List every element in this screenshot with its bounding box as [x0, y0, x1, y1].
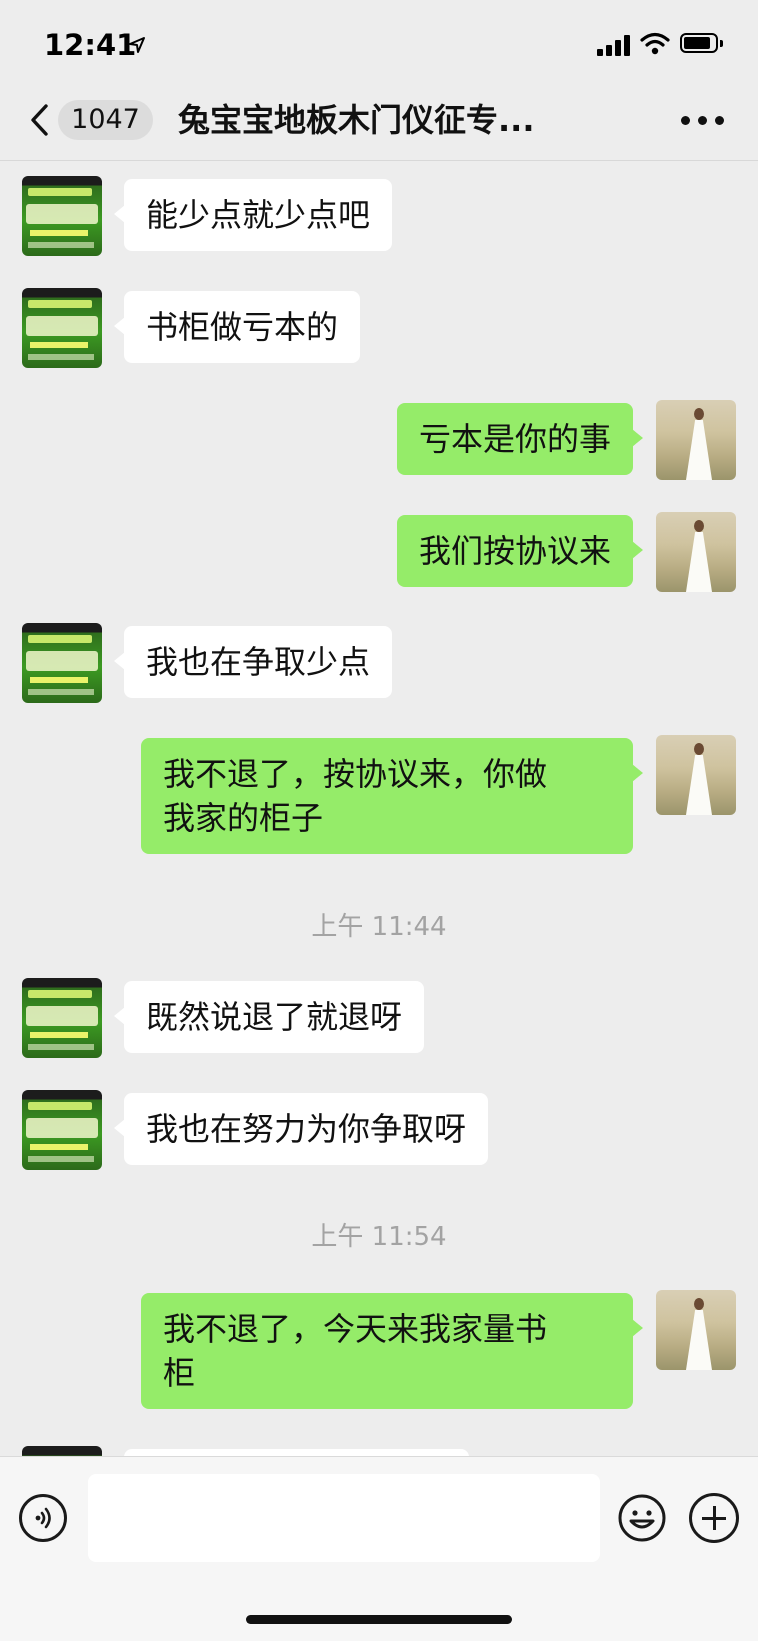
message-bubble[interactable]: 我不退了，今天来我家量书 柜 [141, 1293, 643, 1409]
message-bubble-partial[interactable] [124, 1449, 469, 1456]
shop-avatar[interactable] [22, 1090, 102, 1170]
message-bubble[interactable]: 书柜做亏本的 [113, 291, 361, 363]
plus-icon[interactable] [689, 1493, 739, 1543]
message-list[interactable]: 能少点就少点吧 书柜做亏本的 亏本是你的事 我们按协议来 我也在争取少点 我不退… [0, 161, 758, 1456]
status-time: 12:41 [44, 28, 137, 62]
status-bar: 12:41 [0, 0, 758, 80]
message-bubble[interactable]: 能少点就少点吧 [113, 179, 393, 251]
chat-header: 1047 兔宝宝地板木门仪征专... [0, 80, 758, 161]
message-timestamp: 上午 11:44 [311, 912, 447, 942]
emoji-icon[interactable] [617, 1493, 667, 1543]
user-avatar[interactable] [656, 1290, 736, 1370]
shop-avatar[interactable] [22, 1446, 102, 1456]
home-indicator[interactable] [246, 1615, 512, 1624]
message-bubble[interactable]: 我们按协议来 [396, 515, 644, 587]
location-arrow-icon [129, 37, 145, 53]
message-timestamp: 上午 11:54 [311, 1222, 447, 1252]
user-avatar[interactable] [656, 400, 736, 480]
message-bubble[interactable]: 亏本是你的事 [396, 403, 644, 475]
message-input[interactable] [88, 1474, 600, 1562]
input-bar [0, 1456, 758, 1641]
message-bubble[interactable]: 我也在努力为你争取呀 [113, 1093, 489, 1165]
message-bubble[interactable]: 我不退了，按协议来，你做 我家的柜子 [141, 738, 643, 854]
more-dots-icon[interactable] [681, 116, 725, 126]
wifi-icon [640, 32, 670, 55]
message-bubble[interactable]: 既然说退了就退呀 [113, 981, 425, 1053]
chevron-left-icon[interactable] [26, 102, 56, 138]
message-bubble[interactable]: 我也在争取少点 [113, 626, 393, 698]
voice-icon[interactable] [19, 1494, 67, 1542]
shop-avatar[interactable] [22, 288, 102, 368]
user-avatar[interactable] [656, 735, 736, 815]
shop-avatar[interactable] [22, 176, 102, 256]
chat-title: 兔宝宝地板木门仪征专... [178, 101, 535, 139]
unread-count-badge[interactable]: 1047 [58, 100, 153, 140]
user-avatar[interactable] [656, 512, 736, 592]
battery-icon [680, 33, 724, 55]
shop-avatar[interactable] [22, 978, 102, 1058]
shop-avatar[interactable] [22, 623, 102, 703]
cellular-signal-icon [597, 34, 633, 56]
